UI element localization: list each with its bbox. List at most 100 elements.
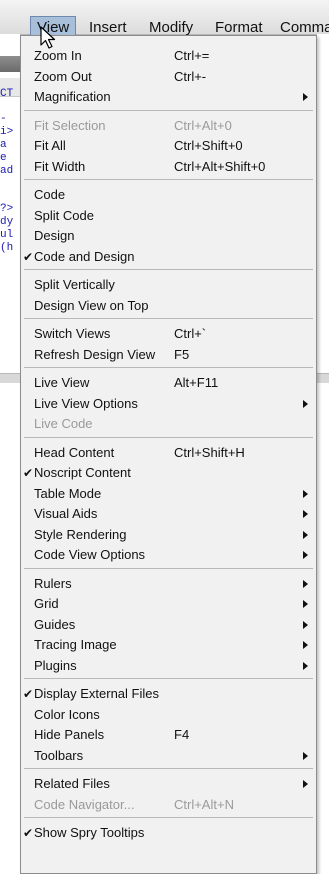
code-fragment: - <box>0 113 7 125</box>
submenu-arrow-icon <box>303 780 308 788</box>
menu-item-label: Guides <box>34 616 76 632</box>
menu-item-noscript-content[interactable]: ✔ Noscript Content <box>21 462 316 482</box>
menu-separator <box>24 269 313 270</box>
menu-item-design-view-on-top[interactable]: Design View on Top <box>21 295 316 315</box>
submenu-arrow-icon <box>303 489 308 498</box>
menu-item-shortcut: Ctrl+` <box>174 326 207 341</box>
menu-item-plugins[interactable]: Plugins <box>21 655 316 675</box>
menu-separator <box>24 567 313 569</box>
menu-insert[interactable]: Insert <box>89 19 127 36</box>
code-fragment: e <box>0 152 7 164</box>
submenu-arrow-icon <box>303 93 308 101</box>
menu-item-show-spry-tooltips[interactable]: ✔ Show Spry Tooltips <box>21 822 316 842</box>
menu-separator <box>24 678 313 679</box>
menu-item-code-view-options[interactable]: Code View Options <box>21 544 316 564</box>
menu-item-table-mode[interactable]: Table Mode <box>21 483 316 503</box>
submenu-arrow-icon <box>303 641 308 649</box>
menu-item-rulers[interactable]: Rulers <box>21 573 316 593</box>
menu-item-visual-aids[interactable]: Visual Aids <box>21 503 316 523</box>
menu-item-code-and-design[interactable]: ✔ Code and Design <box>21 246 316 266</box>
menu-item-label: Visual Aids <box>34 506 98 521</box>
checkmark-icon: ✔ <box>23 826 34 840</box>
menu-modify[interactable]: Modify <box>149 19 193 36</box>
menu-item-label: Table Mode <box>34 485 102 501</box>
view-menu-dropdown: Zoom In Ctrl+= Zoom Out Ctrl+- Magnification… <box>20 35 317 874</box>
menu-item-label: Magnification <box>34 89 111 104</box>
menu-item-label: Switch Views <box>34 326 111 341</box>
menu-item-label: Design View on Top <box>34 297 149 313</box>
menu-item-tracing-image[interactable]: Tracing Image <box>21 634 316 654</box>
submenu-arrow-icon <box>303 579 308 588</box>
menu-item-label: Plugins <box>34 657 77 673</box>
menu-item-fit-width[interactable]: Fit Width Ctrl+Alt+Shift+0 <box>21 156 316 176</box>
menu-item-label: Refresh Design View <box>34 346 156 362</box>
menu-item-split-vertically[interactable]: Split Vertically <box>21 274 316 294</box>
code-fragment: ?> <box>0 203 14 215</box>
menu-item-split-code[interactable]: Split Code <box>21 205 316 225</box>
menu-item-shortcut: Ctrl+Shift+0 <box>174 138 243 153</box>
menu-item-fit-all[interactable]: Fit All Ctrl+Shift+0 <box>21 135 316 155</box>
menu-item-live-view[interactable]: Live View Alt+F11 <box>21 372 316 392</box>
menu-item-label: Code and Design <box>34 248 135 264</box>
menu-item-label: Rulers <box>34 575 72 591</box>
submenu-arrow-icon <box>303 551 308 559</box>
menu-item-shortcut: Ctrl+Alt+Shift+0 <box>174 158 266 174</box>
code-fragment: (h <box>0 242 14 254</box>
menu-item-magnification[interactable]: Magnification <box>21 86 316 106</box>
menu-item-style-rendering[interactable]: Style Rendering <box>21 524 316 544</box>
code-fragment: ul <box>0 229 14 241</box>
menu-item-switch-views[interactable]: Switch Views Ctrl+` <box>21 323 316 343</box>
submenu-arrow-icon <box>303 620 308 629</box>
checkmark-icon: ✔ <box>23 466 34 480</box>
menu-item-shortcut: Alt+F11 <box>174 375 219 390</box>
menu-item-shortcut: Ctrl+Shift+H <box>174 444 245 460</box>
menu-item-label: Fit Selection <box>34 117 106 133</box>
menu-item-label: Style Rendering <box>34 526 127 542</box>
menu-item-label: Noscript Content <box>34 465 131 480</box>
menu-format[interactable]: Format <box>215 19 263 36</box>
menu-item-shortcut: Ctrl+- <box>174 68 207 84</box>
menu-item-related-files[interactable]: Related Files <box>21 773 316 793</box>
menu-item-label: Code Navigator... <box>34 796 135 812</box>
menu-item-label: Hide Panels <box>34 727 105 742</box>
checkmark-icon: ✔ <box>23 687 34 701</box>
menu-item-code[interactable]: Code <box>21 184 316 204</box>
menu-item-label: Split Code <box>34 207 94 223</box>
submenu-arrow-icon <box>303 600 308 608</box>
menu-item-label: Code View Options <box>34 547 146 562</box>
code-fragment: ad <box>0 165 14 177</box>
menu-item-guides[interactable]: Guides <box>21 614 316 634</box>
checkmark-icon: ✔ <box>23 249 34 264</box>
menu-item-grid[interactable]: Grid <box>21 593 316 613</box>
menu-item-zoom-in[interactable]: Zoom In Ctrl+= <box>21 45 316 65</box>
menu-item-code-navigator: Code Navigator... Ctrl+Alt+N <box>21 794 316 814</box>
menu-item-display-external-files[interactable]: ✔ Display External Files <box>21 683 316 703</box>
background-document: CT - i> a e ad ?> dy ul (h <box>0 34 329 374</box>
menu-item-hide-panels[interactable]: Hide Panels F4 <box>21 724 316 744</box>
menu-item-zoom-out[interactable]: Zoom Out Ctrl+- <box>21 66 316 86</box>
code-fragment: dy <box>0 216 14 228</box>
menu-item-label: Design <box>34 228 75 243</box>
submenu-arrow-icon <box>303 661 308 670</box>
code-fragment: a <box>0 139 7 151</box>
submenu-arrow-icon <box>303 530 308 539</box>
menu-item-toolbars[interactable]: Toolbars <box>21 745 316 765</box>
menu-item-head-content[interactable]: Head Content Ctrl+Shift+H <box>21 442 316 462</box>
menu-separator <box>24 817 313 818</box>
menu-item-label: Zoom Out <box>34 68 92 84</box>
menu-item-design[interactable]: Design <box>21 225 316 245</box>
menu-separator <box>24 318 313 319</box>
menu-item-live-view-options[interactable]: Live View Options <box>21 393 316 413</box>
menu-item-refresh-design-view[interactable]: Refresh Design View F5 <box>21 344 316 364</box>
menu-item-label: Display External Files <box>34 686 159 701</box>
mouse-cursor-icon <box>40 26 56 49</box>
code-fragment: CT <box>0 88 14 100</box>
menu-item-label: Live Code <box>34 416 93 431</box>
menu-item-fit-selection: Fit Selection Ctrl+Alt+0 <box>21 115 316 135</box>
menu-item-color-icons[interactable]: Color Icons <box>21 704 316 724</box>
menu-item-label: Color Icons <box>34 706 100 722</box>
background-document-right <box>317 34 329 374</box>
menu-separator <box>24 179 313 180</box>
menu-item-shortcut: Ctrl+Alt+0 <box>174 117 232 133</box>
menu-separator <box>24 436 313 438</box>
